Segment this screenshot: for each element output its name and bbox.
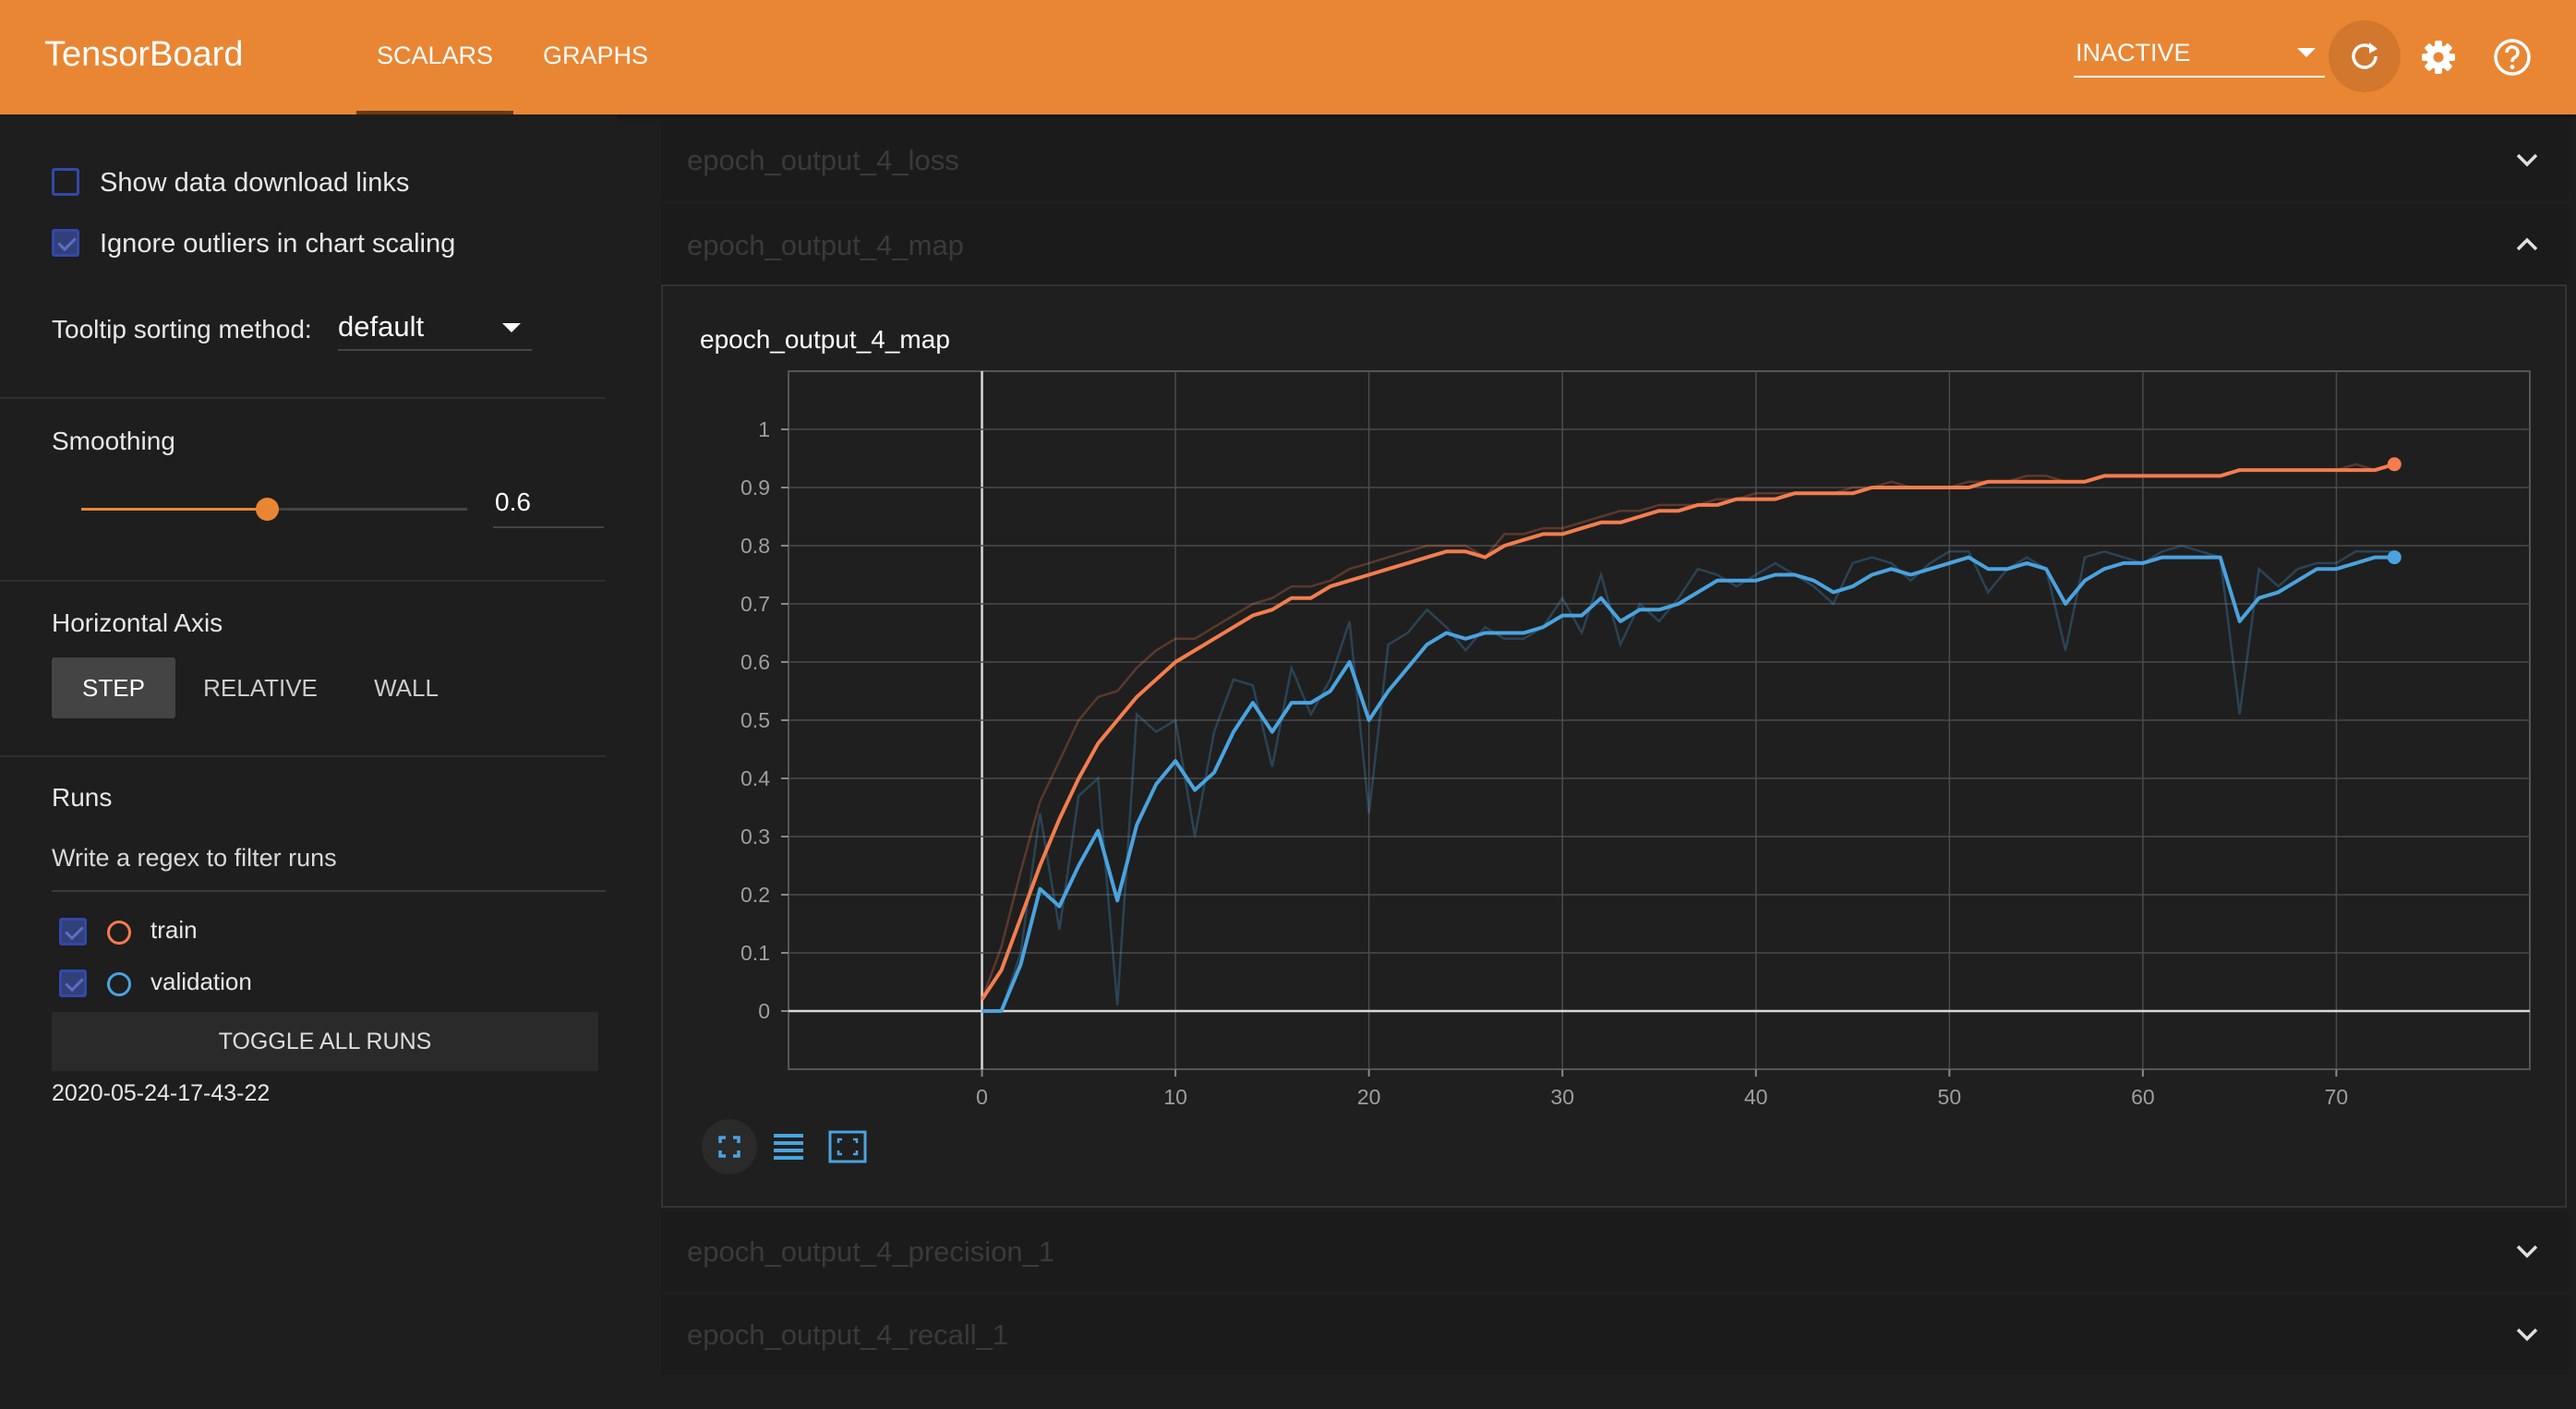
x-tick-label: 10 <box>1163 1085 1187 1109</box>
log-directory-label: 2020-05-24-17-43-22 <box>52 1080 271 1106</box>
section-title: epoch_output_4_loss <box>687 144 959 176</box>
y-tick-label: 0.3 <box>740 825 770 849</box>
reset-zoom-icon <box>828 1130 867 1163</box>
toggle-all-runs-button[interactable]: TOGGLE ALL RUNS <box>52 1012 598 1071</box>
y-tick-label: 0.6 <box>740 650 770 674</box>
horizontal-axis-label: Horizontal Axis <box>52 608 223 637</box>
chevron-up-icon <box>2516 237 2538 251</box>
tab-graphs[interactable]: GRAPHS <box>543 0 648 114</box>
divider <box>0 397 606 399</box>
dashboard-select[interactable]: INACTIVE <box>2074 33 2325 78</box>
chart-card: epoch_output_4_map 0 10 20 30 40 50 60 70 0 0.1 0.… <box>661 284 2567 1208</box>
smoothing-slider-fill <box>81 508 267 511</box>
chevron-down-icon <box>2516 1245 2538 1258</box>
x-tick-label: 60 <box>2131 1085 2155 1109</box>
y-tick-label: 0.8 <box>740 534 770 558</box>
y-tick-label: 0.2 <box>740 883 770 907</box>
runs-label: Runs <box>52 783 113 812</box>
section-epoch-output-4-recall-1[interactable]: epoch_output_4_recall_1 <box>661 1295 2569 1374</box>
smoothing-slider-thumb[interactable] <box>256 498 279 521</box>
smoothing-slider[interactable] <box>81 498 467 521</box>
settings-icon <box>2422 41 2455 74</box>
app-title: TensorBoard <box>44 35 244 74</box>
run-train-label: train <box>150 916 198 944</box>
dropdown-caret-icon <box>502 323 521 332</box>
y-tick-label: 0 <box>758 999 770 1023</box>
help-button[interactable] <box>2476 20 2548 92</box>
y-tick-label: 0.5 <box>740 708 770 732</box>
axis-wall-button[interactable]: WALL <box>351 657 462 718</box>
axis-relative-button[interactable]: RELATIVE <box>194 657 327 718</box>
top-app-bar: TensorBoard SCALARS GRAPHS INACTIVE <box>0 0 2576 114</box>
smoothing-value: 0.6 <box>495 488 531 516</box>
run-validation-label: validation <box>150 968 252 995</box>
reload-button[interactable] <box>2329 20 2401 92</box>
y-tick-label: 0.1 <box>740 941 770 965</box>
fit-to-data-button[interactable] <box>702 1119 757 1174</box>
ignore-outliers-checkbox[interactable] <box>52 229 79 257</box>
x-tick-label: 20 <box>1357 1085 1381 1109</box>
section-epoch-output-4-loss[interactable]: epoch_output_4_loss <box>661 120 2569 199</box>
y-tick-label: 0.9 <box>740 476 770 500</box>
divider <box>0 580 606 582</box>
tooltip-sorting-select[interactable]: default <box>338 307 532 351</box>
smoothing-value-input[interactable]: 0.6 <box>493 482 604 528</box>
reload-icon <box>2352 42 2377 69</box>
chevron-down-icon <box>2516 153 2538 167</box>
ignore-outliers-label: Ignore outliers in chart scaling <box>100 229 456 259</box>
help-icon <box>2494 39 2531 76</box>
show-download-links-label: Show data download links <box>100 168 410 198</box>
sidebar: Show data download links Ignore outliers… <box>0 114 617 1409</box>
tooltip-sorting-value: default <box>338 310 425 343</box>
series-validation-last-point <box>2387 550 2401 565</box>
series-train-last-point <box>2387 457 2401 472</box>
section-title: epoch_output_4_precision_1 <box>687 1235 1055 1268</box>
y-tick-label: 0.4 <box>740 766 770 790</box>
run-train-checkbox[interactable] <box>59 918 87 945</box>
run-validation-checkbox[interactable] <box>59 969 87 997</box>
run-filter-input[interactable]: Write a regex to filter runs <box>52 844 337 873</box>
section-title: epoch_output_4_recall_1 <box>687 1319 1009 1351</box>
run-train-color-icon <box>107 921 131 945</box>
chevron-down-icon <box>2516 1328 2538 1342</box>
axis-step-button[interactable]: STEP <box>52 657 175 718</box>
tab-scalars[interactable]: SCALARS <box>356 0 513 114</box>
x-tick-label: 40 <box>1744 1085 1768 1109</box>
tooltip-sorting-label: Tooltip sorting method: <box>52 315 312 343</box>
section-title: epoch_output_4_map <box>687 229 964 261</box>
series-validation-smoothed-line <box>981 555 2395 1013</box>
series-train-smoothed-line <box>980 462 2395 1001</box>
section-epoch-output-4-precision-1[interactable]: epoch_output_4_precision_1 <box>661 1211 2569 1291</box>
fit-to-data-icon <box>718 1136 740 1158</box>
log-scale-icon <box>774 1134 803 1160</box>
x-tick-label: 50 <box>1938 1085 1962 1109</box>
filter-underline <box>52 890 606 892</box>
smoothing-label: Smoothing <box>52 427 175 455</box>
divider <box>0 755 606 757</box>
y-tick-label: 0.7 <box>740 592 770 616</box>
line-chart[interactable]: 0 10 20 30 40 50 60 70 0 0.1 0.2 0.3 0.4 0.5 0.6 0.7 0.8… <box>663 286 2565 1206</box>
x-tick-label: 70 <box>2325 1085 2349 1109</box>
x-tick-label: 0 <box>976 1085 988 1109</box>
settings-button[interactable] <box>2402 20 2474 92</box>
log-scale-button[interactable] <box>761 1119 816 1174</box>
show-download-links-checkbox[interactable] <box>52 168 79 196</box>
reset-zoom-button[interactable] <box>820 1119 875 1174</box>
run-validation-color-icon <box>107 972 131 996</box>
dropdown-caret-icon <box>2297 48 2316 57</box>
section-epoch-output-4-map[interactable]: epoch_output_4_map <box>661 205 2569 284</box>
series-train-raw-line <box>981 463 2395 1000</box>
dashboard-select-value: INACTIVE <box>2076 39 2191 66</box>
y-tick-label: 1 <box>758 417 770 441</box>
x-tick-label: 30 <box>1550 1085 1574 1109</box>
